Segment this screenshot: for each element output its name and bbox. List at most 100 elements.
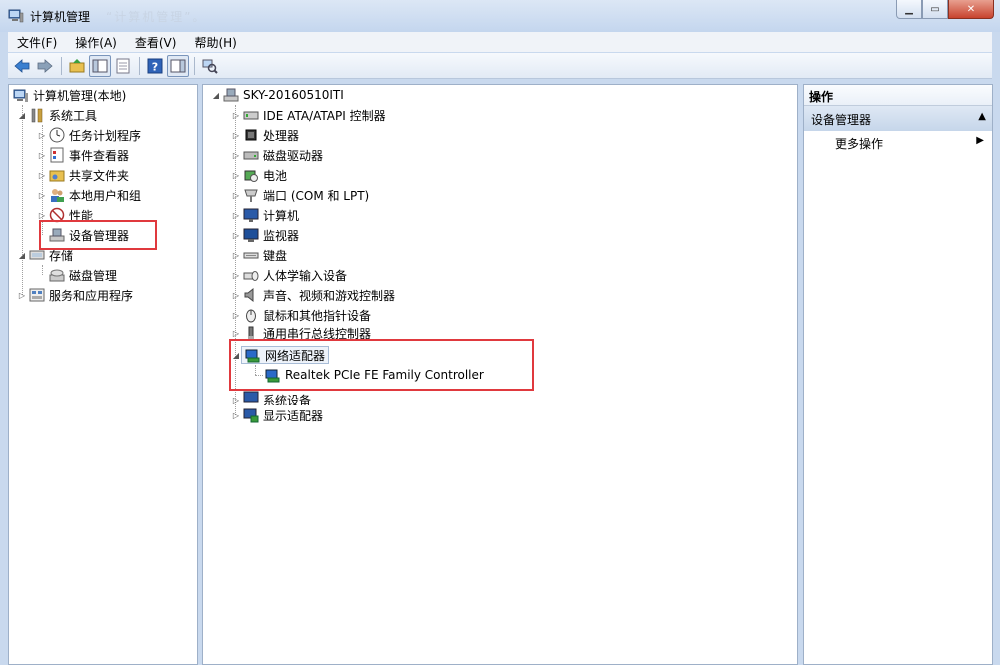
expand-triangle-icon[interactable]: ▷ [37,191,47,200]
device-category-hid[interactable]: ▷ 人体学输入设备 [231,265,347,285]
tree-item-services[interactable]: ▷ 服务和应用程序 [17,285,133,305]
expand-triangle-icon[interactable]: ▷ [231,329,241,338]
menu-help[interactable]: 帮助(H) [185,34,245,51]
processor-icon [245,129,257,141]
expand-triangle-icon[interactable]: ▷ [231,251,241,260]
expand-triangle-icon[interactable]: ▷ [231,291,241,300]
device-category-label: IDE ATA/ATAPI 控制器 [263,108,386,123]
device-tree-computer-node[interactable]: ◢ SKY-20160510ITI [211,85,344,105]
expand-triangle-icon[interactable]: ▷ [37,211,47,220]
up-folder-icon [69,58,85,72]
tree-item-system-tools[interactable]: ◢ 系统工具 [17,105,97,125]
device-category-label: 鼠标和其他指针设备 [263,308,372,323]
device-category-disk-drives[interactable]: ▷ 磁盘驱动器 [231,145,323,165]
system-device-icon [243,391,259,403]
expand-triangle-icon[interactable]: ▷ [231,271,241,280]
device-category-sound[interactable]: ▷ 声音、视频和游戏控制器 [231,285,395,305]
device-category-label: 电池 [263,168,288,183]
action-pane-icon [170,59,186,72]
computer-icon [223,88,239,102]
expand-triangle-icon[interactable]: ▷ [231,231,241,240]
tree-item-label: 共享文件夹 [69,168,130,183]
device-category-computer[interactable]: ▷ 计算机 [231,205,299,225]
actions-section-device-manager[interactable]: 设备管理器 ▲ [804,106,992,131]
close-icon: ✕ [966,3,976,15]
tree-item-local-users[interactable]: ▷ 本地用户和组 [37,185,141,205]
expand-triangle-icon[interactable]: ▷ [231,151,241,160]
toolbar-separator [61,56,62,75]
expand-triangle-icon[interactable]: ▷ [231,311,241,320]
device-category-ports[interactable]: ▷ 端口 (COM 和 LPT) [231,185,369,205]
collapse-up-icon[interactable]: ▲ [978,111,986,122]
shared-folder-icon [49,170,65,182]
device-category-label: 键盘 [263,248,288,263]
submenu-arrow-icon[interactable]: ▶ [976,135,984,146]
collapse-triangle-icon[interactable]: ◢ [17,111,27,120]
tree-item-task-scheduler[interactable]: ▷ 任务计划程序 [37,125,141,145]
users-icon [51,189,64,202]
monitor-icon [243,208,259,222]
expand-triangle-icon[interactable]: ▷ [37,171,47,180]
device-category-keyboards[interactable]: ▷ 键盘 [231,245,287,265]
help-button[interactable]: ? [144,55,166,77]
tree-item-disk-management[interactable]: 磁盘管理 [37,265,117,285]
device-category-display-adapters[interactable]: ▷ 显示适配器 [231,405,323,425]
expand-triangle-icon[interactable]: ▷ [37,151,47,160]
device-category-label: 磁盘驱动器 [263,148,324,163]
device-category-label: 人体学输入设备 [263,268,348,283]
device-category-battery[interactable]: ▷ 电池 [231,165,287,185]
tree-item-root[interactable]: 计算机管理(本地) [11,85,126,105]
device-category-mice[interactable]: ▷ 鼠标和其他指针设备 [231,305,371,325]
expand-triangle-icon[interactable]: ▷ [231,211,241,220]
expand-triangle-icon[interactable]: ▷ [231,131,241,140]
tree-item-shared-folders[interactable]: ▷ 共享文件夹 [37,165,129,185]
device-category-processor[interactable]: ▷ 处理器 [231,125,299,145]
show-hide-tree-button[interactable] [89,54,111,77]
tree-item-event-viewer[interactable]: ▷ 事件查看器 [37,145,129,165]
maximize-button[interactable]: ▭ [922,0,948,19]
tree-item-label: 服务和应用程序 [49,288,134,303]
tree-item-label: 磁盘管理 [69,268,118,283]
device-category-system[interactable]: ▷ 系统设备 [231,389,311,405]
expand-triangle-icon[interactable]: ▷ [231,411,241,420]
speaker-icon [244,287,254,303]
menu-view[interactable]: 查看(V) [126,34,186,51]
expand-triangle-icon[interactable]: ▷ [37,131,47,140]
expand-triangle-icon[interactable]: ▷ [231,191,241,200]
back-button[interactable] [11,55,33,77]
monitor-icon [243,228,259,242]
action-pane-button[interactable] [167,54,189,77]
collapse-triangle-icon[interactable]: ◢ [17,251,27,260]
computer-management-icon [8,9,24,23]
device-category-label: 监视器 [263,228,300,243]
device-category-monitors[interactable]: ▷ 监视器 [231,225,299,245]
maximize-icon: ▭ [930,3,940,15]
help-icon: ? [147,58,163,73]
console-tree-pane: 计算机管理(本地) ◢ 系统工具 ▷ 任务计划程序 ▷ 事件查看器 ▷ 共享文件… [8,84,198,665]
device-category-label: 处理器 [263,128,300,143]
tree-item-label: 计算机管理(本地) [33,88,127,103]
device-category-label: 声音、视频和游戏控制器 [263,288,396,303]
menu-file[interactable]: 文件(F) [8,34,66,51]
expand-triangle-icon[interactable]: ▷ [231,171,241,180]
export-list-button[interactable] [112,55,134,77]
expand-triangle-icon[interactable]: ▷ [17,291,27,300]
close-button[interactable]: ✕ [948,0,994,19]
actions-header: 操作 [804,85,992,106]
ide-controller-icon [243,111,259,120]
menu-action[interactable]: 操作(A) [66,34,126,51]
keyboard-icon [243,252,259,259]
forward-button[interactable] [34,55,56,77]
more-actions-item[interactable]: 更多操作 [835,135,883,152]
expand-triangle-icon[interactable]: ▷ [231,111,241,120]
minimize-button[interactable]: ▁ [896,0,922,19]
collapse-triangle-icon[interactable]: ◢ [211,91,221,100]
window-controls: ▁ ▭ ✕ [896,0,994,20]
expand-triangle-icon[interactable]: ▷ [231,396,241,405]
up-level-button[interactable] [66,55,88,77]
tree-item-label: 任务计划程序 [69,128,142,143]
device-category-ide[interactable]: ▷ IDE ATA/ATAPI 控制器 [231,105,386,125]
forward-arrow-icon [37,58,53,73]
scan-hardware-button[interactable] [199,55,221,77]
display-adapter-icon [243,408,259,423]
